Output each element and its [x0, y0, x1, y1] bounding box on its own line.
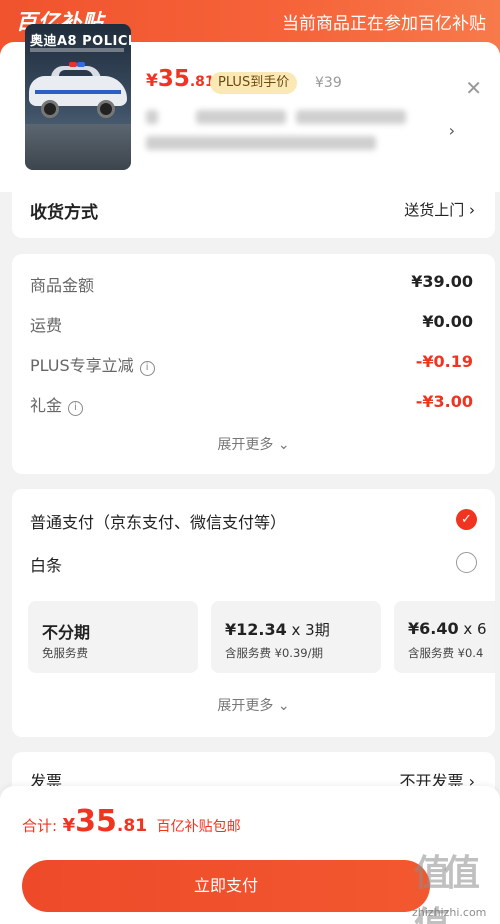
- chevron-down-icon: ⌄: [277, 698, 290, 714]
- car-stripe: [35, 90, 121, 94]
- payment-card: 普通支付（京东支付、微信支付等） ✓ 白条 不分期 免服务费 ¥12.34 x …: [12, 489, 495, 737]
- price-row-value: -¥0.19: [415, 352, 473, 371]
- site-watermark: 值值值 zhizhizhi.com: [412, 842, 498, 924]
- radio-unchecked-icon[interactable]: [456, 552, 477, 573]
- plus-price-tag: PLUS到手价: [210, 72, 298, 94]
- plan-main: 不分期: [42, 619, 90, 643]
- installment-plan[interactable]: ¥6.40 x 6 含服务费 ¥0.4: [394, 601, 495, 673]
- delivery-value-text: 送货上门: [404, 201, 465, 219]
- plan-amount: ¥12.34: [225, 620, 287, 639]
- delivery-row[interactable]: 收货方式 送货上门 ›: [12, 192, 495, 238]
- payment-option[interactable]: 白条: [30, 552, 479, 578]
- close-icon[interactable]: ✕: [465, 76, 482, 100]
- plan-fee: 免服务费: [42, 646, 88, 660]
- total-integer: 35: [75, 804, 117, 839]
- total-label: 合计:: [22, 817, 58, 835]
- order-total: 合计: ¥35.81 百亿补贴包邮: [22, 804, 241, 839]
- plan-main: ¥6.40 x 6: [408, 619, 487, 638]
- product-title-blurred[interactable]: [146, 108, 416, 156]
- plan-amount: ¥6.40: [408, 619, 459, 638]
- plan-main: ¥12.34 x 3期: [225, 619, 330, 640]
- expand-more-label: 展开更多: [217, 698, 274, 714]
- installment-plan[interactable]: ¥12.34 x 3期 含服务费 ¥0.39/期: [211, 601, 381, 673]
- thumb-model-text: 奥迪A8 POLICE: [30, 34, 131, 49]
- expand-more-label: 展开更多: [217, 437, 274, 453]
- price-row: 运费 ¥0.00: [30, 312, 473, 336]
- radio-checked-icon[interactable]: ✓: [456, 509, 477, 530]
- price-row-value: ¥39.00: [411, 272, 473, 291]
- payment-option[interactable]: 普通支付（京东支付、微信支付等） ✓: [30, 509, 479, 535]
- expand-more-button[interactable]: 展开更多 ⌄: [12, 695, 495, 715]
- pay-now-button[interactable]: 立即支付: [22, 860, 430, 912]
- siren-red: [69, 62, 77, 67]
- installment-plans[interactable]: 不分期 免服务费 ¥12.34 x 3期 含服务费 ¥0.39/期 ¥6.40 …: [28, 601, 495, 675]
- price-row-label: 商品金额: [30, 276, 95, 295]
- watermark-text: zhizhizhi.com: [412, 906, 487, 919]
- price-row-value: ¥0.00: [422, 312, 473, 331]
- delivery-label: 收货方式: [30, 203, 98, 223]
- thumb-subline: [30, 48, 124, 52]
- price-currency: ¥: [146, 71, 158, 91]
- installment-plan[interactable]: 不分期 免服务费: [28, 601, 198, 673]
- info-icon[interactable]: i: [139, 361, 155, 376]
- expand-more-button[interactable]: 展开更多 ⌄: [12, 434, 495, 454]
- banner-slogan: 当前商品正在参加百亿补贴: [282, 14, 486, 34]
- product-thumbnail[interactable]: 奥迪A8 POLICE: [25, 24, 131, 170]
- price-row-label: 礼金: [30, 396, 63, 415]
- price-row: PLUS专享立减 i -¥0.19: [30, 352, 473, 376]
- plan-periods: x 3期: [286, 621, 330, 639]
- car-wheel: [41, 100, 59, 118]
- price-row: 商品金额 ¥39.00: [30, 272, 473, 296]
- price-row-label-wrap: PLUS专享立减 i: [30, 352, 155, 376]
- chevron-right-icon[interactable]: ›: [449, 121, 455, 140]
- product-price: ¥35.81: [146, 66, 215, 92]
- siren-blue: [77, 62, 85, 67]
- price-row-label: PLUS专享立减: [30, 356, 134, 375]
- chevron-down-icon: ⌄: [277, 437, 290, 453]
- payment-option-label: 白条: [30, 556, 63, 575]
- plan-periods: x 6: [458, 620, 487, 638]
- info-icon[interactable]: i: [68, 401, 84, 416]
- chevron-right-icon: ›: [469, 201, 475, 219]
- plan-fee: 含服务费 ¥0.4: [408, 646, 484, 660]
- plan-fee: 含服务费 ¥0.39/期: [225, 646, 323, 660]
- price-row-label-wrap: 礼金 i: [30, 392, 84, 416]
- price-row: 礼金 i -¥3.00: [30, 392, 473, 416]
- total-currency: ¥: [62, 815, 76, 836]
- car-wheel: [97, 100, 115, 118]
- thumb-ground: [25, 124, 131, 170]
- total-note: 百亿补贴包邮: [156, 819, 241, 835]
- original-price: ¥39: [315, 75, 342, 91]
- price-integer: 35: [157, 66, 190, 92]
- price-row-value: -¥3.00: [415, 392, 473, 411]
- price-row-label: 运费: [30, 316, 63, 335]
- price-details-card: 商品金额 ¥39.00 运费 ¥0.00 PLUS专享立减 i -¥0.19 礼金…: [12, 254, 495, 474]
- payment-option-label: 普通支付（京东支付、微信支付等）: [30, 513, 287, 532]
- plan-amount: 不分期: [42, 623, 91, 642]
- delivery-value: 送货上门 ›: [404, 199, 475, 220]
- total-decimal: .81: [116, 816, 148, 836]
